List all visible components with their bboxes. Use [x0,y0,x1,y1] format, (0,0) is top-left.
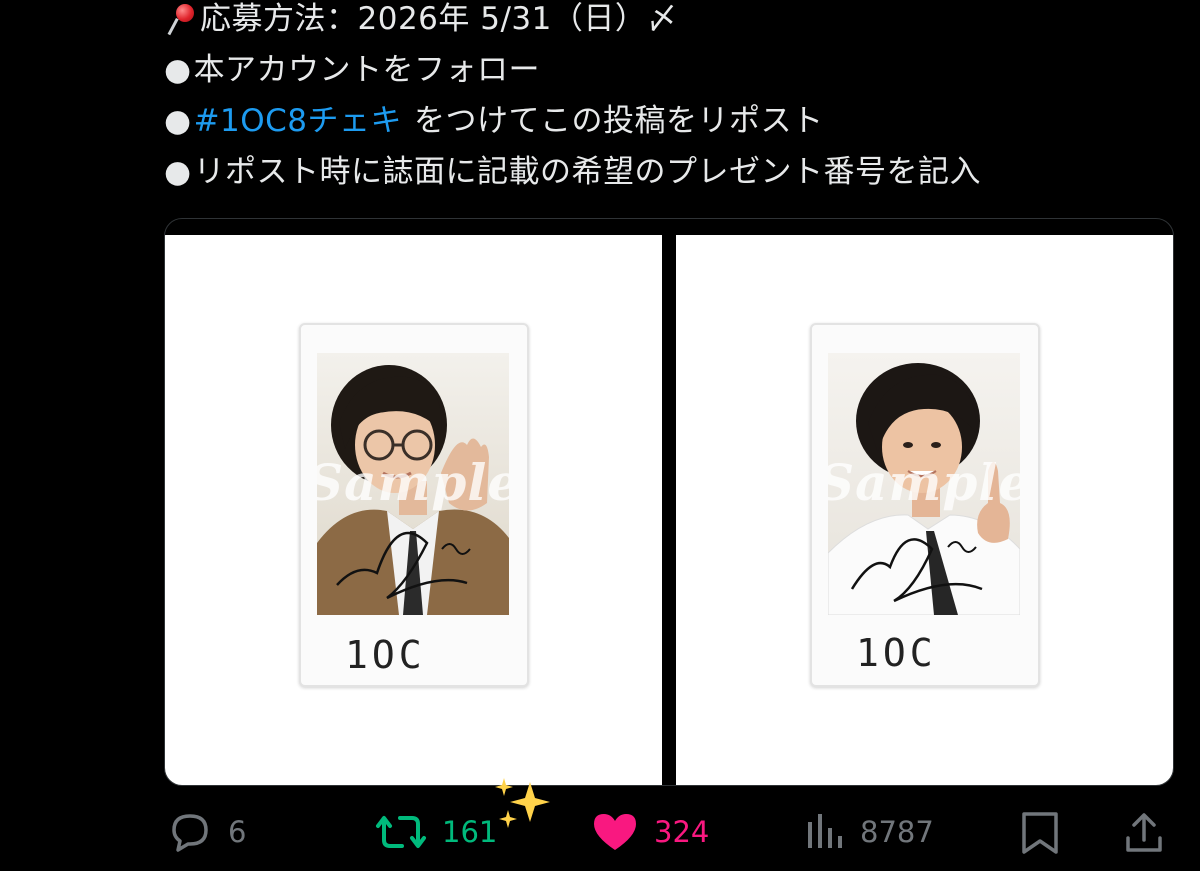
sample-watermark: Sample [828,453,1020,512]
portrait-photo: Sample [828,353,1020,615]
action-bar: 6 161 324 8787 [164,800,1174,864]
tweet-view: 応募方法：2026年 5/31（日）〆 ● 本アカウントをフォロー ● #1OC… [0,0,1200,871]
hashtag-link[interactable]: #1OC8チェキ [194,96,402,147]
reply-count: 6 [228,815,247,849]
bullet: ● [164,154,192,190]
reply-icon [166,810,214,854]
heart-icon [590,810,640,854]
present-number-text: リポスト時に誌面に記載の希望のプレゼント番号を記入 [193,154,982,190]
analytics-icon [804,810,846,854]
media-image-1[interactable]: Sample 1OC [165,235,662,785]
media-grid: Sample 1OC Sample 1OC [164,218,1174,786]
media-image-2[interactable]: Sample 1OC [676,235,1173,785]
tweet-line-deadline: 応募方法：2026年 5/31（日）〆 [164,0,1174,45]
retweet-count: 161 [442,815,498,849]
handwritten-label: 1OC [856,631,937,675]
share-icon [1122,810,1166,858]
deadline-text: 応募方法：2026年 5/31（日）〆 [200,1,678,37]
round-pushpin-icon [164,0,196,40]
bullet: ● [164,52,192,88]
views-count: 8787 [860,815,934,849]
instant-photo-card: Sample 1OC [299,323,529,687]
retweet-icon [374,810,428,854]
tweet-line-follow: ● 本アカウントをフォロー [164,45,1174,96]
bookmark-button[interactable] [1018,810,1062,858]
tweet-line-number: ● リポスト時に誌面に記載の希望のプレゼント番号を記入 [164,147,1174,198]
repost-text: をつけてこの投稿をリポスト [414,103,824,139]
bookmark-icon [1018,810,1062,858]
bullet: ● [164,103,192,139]
views-button[interactable]: 8787 [804,810,934,854]
share-button[interactable] [1122,810,1166,858]
retweet-button[interactable]: 161 [374,810,497,854]
reply-button[interactable]: 6 [166,810,246,854]
like-button[interactable]: 324 [590,810,709,854]
sample-watermark: Sample [317,453,509,512]
handwritten-label: 1OC [345,633,426,677]
tweet-body: 応募方法：2026年 5/31（日）〆 ● 本アカウントをフォロー ● #1OC… [164,0,1174,198]
portrait-photo: Sample [317,353,509,615]
follow-text: 本アカウントをフォロー [193,52,541,88]
tweet-line-hashtag: ● #1OC8チェキ をつけてこの投稿をリポスト [164,96,1174,147]
like-count: 324 [654,815,710,849]
instant-photo-card: Sample 1OC [810,323,1040,687]
